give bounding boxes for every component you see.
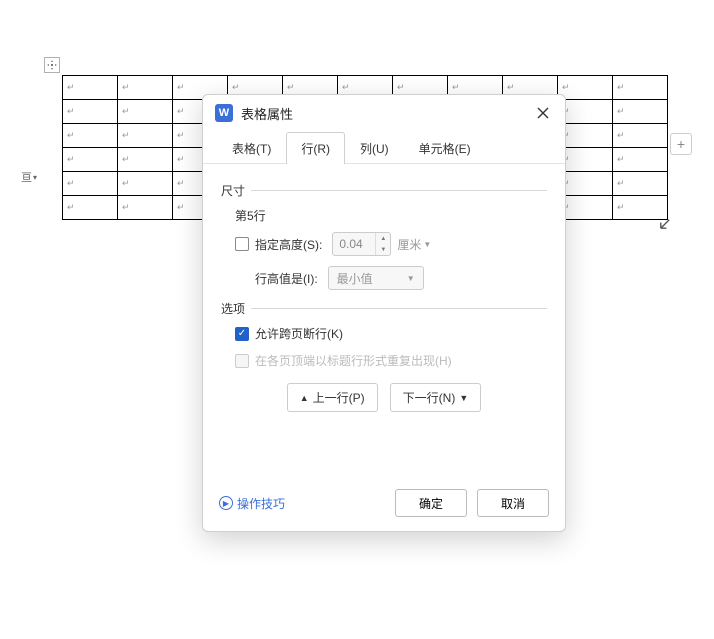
chevron-down-icon: ▼ bbox=[407, 274, 415, 283]
wps-word-icon: W bbox=[215, 104, 233, 122]
tips-link[interactable]: ▶ 操作技巧 bbox=[219, 495, 285, 512]
specify-height-label: 指定高度(S): bbox=[255, 236, 322, 253]
section-size-header: 尺寸 bbox=[221, 182, 547, 199]
chevron-down-icon: ▼ bbox=[423, 240, 431, 249]
play-circle-icon: ▶ bbox=[219, 496, 233, 510]
height-step-up[interactable]: ▲ bbox=[376, 233, 390, 244]
dialog-footer: ▶ 操作技巧 确定 取消 bbox=[203, 479, 565, 531]
table-resize-handle-icon[interactable] bbox=[658, 217, 672, 231]
section-size-label: 尺寸 bbox=[221, 182, 245, 199]
current-row-label: 第5行 bbox=[235, 207, 547, 224]
height-step-down[interactable]: ▼ bbox=[376, 244, 390, 255]
next-row-label: 下一行(N) bbox=[403, 389, 456, 406]
repeat-header-checkbox bbox=[235, 354, 249, 368]
repeat-header-label: 在各页顶端以标题行形式重复出现(H) bbox=[255, 352, 452, 369]
table-properties-dialog: W 表格属性 表格(T) 行(R) 列(U) 单元格(E) 尺寸 第5行 指定高… bbox=[202, 94, 566, 532]
next-row-button[interactable]: 下一行(N) ▼ bbox=[390, 383, 482, 412]
table-move-handle-icon[interactable] bbox=[44, 57, 60, 73]
dialog-tabs: 表格(T) 行(R) 列(U) 单元格(E) bbox=[203, 131, 565, 164]
dialog-title: 表格属性 bbox=[241, 104, 533, 123]
row-height-mode-select[interactable]: 最小值 ▼ bbox=[328, 266, 424, 290]
height-unit-label: 厘米 bbox=[397, 236, 421, 253]
row-height-mode-value: 最小值 bbox=[337, 270, 373, 287]
tab-cell[interactable]: 单元格(E) bbox=[404, 132, 486, 164]
tab-row[interactable]: 行(R) bbox=[286, 132, 345, 164]
section-options-label: 选项 bbox=[221, 300, 245, 317]
prev-row-button[interactable]: ▲ 上一行(P) bbox=[287, 383, 378, 412]
cancel-button[interactable]: 取消 bbox=[477, 489, 549, 517]
height-unit-select[interactable]: 厘米 ▼ bbox=[397, 236, 431, 253]
row-height-is-label: 行高值是(I): bbox=[255, 270, 318, 287]
allow-break-checkbox[interactable] bbox=[235, 327, 249, 341]
tab-table[interactable]: 表格(T) bbox=[217, 132, 286, 164]
tab-column[interactable]: 列(U) bbox=[345, 132, 404, 164]
specify-height-checkbox[interactable] bbox=[235, 237, 249, 251]
dialog-titlebar: W 表格属性 bbox=[203, 95, 565, 131]
height-value-field[interactable] bbox=[333, 233, 375, 255]
tips-label: 操作技巧 bbox=[237, 495, 285, 512]
prev-row-label: 上一行(P) bbox=[313, 389, 365, 406]
dialog-body: 尺寸 第5行 指定高度(S): ▲ ▼ 厘米 ▼ bbox=[203, 164, 565, 479]
add-column-button[interactable]: + bbox=[670, 133, 692, 155]
paragraph-options-icon[interactable]: 亘▾ bbox=[20, 168, 38, 186]
section-options-header: 选项 bbox=[221, 300, 547, 317]
close-button[interactable] bbox=[533, 103, 553, 123]
arrow-up-icon: ▲ bbox=[300, 393, 309, 403]
allow-break-label: 允许跨页断行(K) bbox=[255, 325, 343, 342]
arrow-down-icon: ▼ bbox=[459, 393, 468, 403]
ok-button[interactable]: 确定 bbox=[395, 489, 467, 517]
height-value-input[interactable]: ▲ ▼ bbox=[332, 232, 391, 256]
